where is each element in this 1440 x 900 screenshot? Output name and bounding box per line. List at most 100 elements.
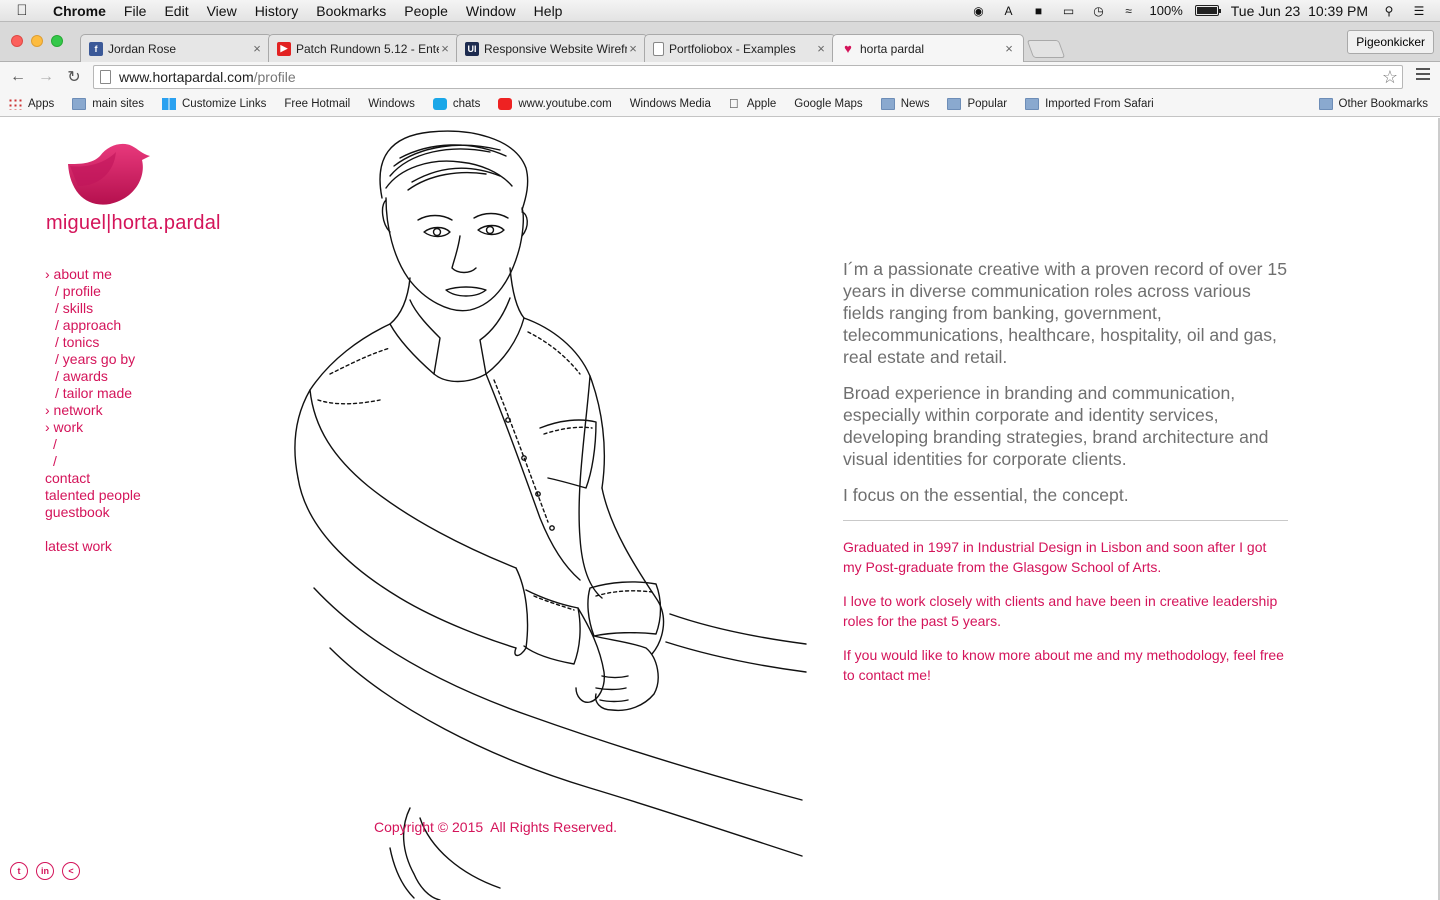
menu-edit[interactable]: Edit xyxy=(155,3,197,19)
folder-icon xyxy=(880,98,895,110)
nav-tailor-made[interactable]: / tailor made xyxy=(45,385,141,402)
notification-center-icon[interactable]: ☰ xyxy=(1410,4,1428,18)
apple-menu-icon[interactable]:  xyxy=(0,2,44,19)
spotlight-search-icon[interactable]: ⚲ xyxy=(1380,4,1398,18)
bio-detail-2: I love to work closely with clients and … xyxy=(843,593,1278,629)
close-window-button[interactable] xyxy=(11,35,23,47)
nav-approach[interactable]: / approach xyxy=(45,317,141,334)
adobe-icon[interactable]: A xyxy=(1000,4,1018,18)
bookmark-label: main sites xyxy=(92,98,144,110)
bio-paragraph-1: I´m a passionate creative with a proven … xyxy=(843,259,1287,367)
folder-icon xyxy=(947,98,962,110)
creative-cloud-icon[interactable]: ◉ xyxy=(970,4,988,18)
folder-icon xyxy=(1318,98,1333,110)
close-tab-icon[interactable]: × xyxy=(1003,41,1015,56)
chrome-menu-button[interactable] xyxy=(1416,68,1430,83)
nav-about-me[interactable]: › about me xyxy=(45,266,141,283)
bookmark-item[interactable]: main sites xyxy=(72,98,144,110)
menu-chrome[interactable]: Chrome xyxy=(44,3,115,19)
back-button[interactable]: ← xyxy=(4,68,32,86)
nav-talented-people[interactable]: talented people xyxy=(45,487,141,504)
chat-icon xyxy=(432,98,447,110)
web-page: miguel|horta.pardal › about me / profile… xyxy=(0,118,1440,900)
bookmarks-bar: Apps main sites Customize Links Free Hotmai… xyxy=(0,92,1440,223)
minimize-window-button[interactable] xyxy=(31,35,43,47)
ui-icon: UI xyxy=(465,41,479,56)
profile-bio: I´m a passionate creative with a proven … xyxy=(843,258,1288,699)
share-icon[interactable]: < xyxy=(62,862,80,880)
bookmark-item[interactable]:  Apple xyxy=(729,97,777,110)
other-bookmarks[interactable]: Other Bookmarks xyxy=(1318,98,1428,110)
nav-awards[interactable]: / awards xyxy=(45,368,141,385)
forward-button[interactable]: → xyxy=(32,68,60,86)
nav-work-sub-2[interactable]: / xyxy=(45,453,141,470)
nav-skills[interactable]: / skills xyxy=(45,300,141,317)
bookmark-label: Popular xyxy=(967,98,1008,110)
browser-tab[interactable]: ♥ horta pardal × xyxy=(832,34,1024,62)
browser-tab[interactable]: UI Responsive Website Wirefr × xyxy=(456,34,648,62)
clock[interactable]: Tue Jun 23 10:39 PM xyxy=(1231,3,1368,19)
bookmark-item[interactable]: Windows Media xyxy=(0,98,711,223)
menu-extra-icon[interactable]: ■ xyxy=(1030,4,1048,18)
wifi-icon[interactable]: ≈ xyxy=(1120,4,1138,18)
close-tab-icon[interactable]: × xyxy=(627,41,639,56)
bio-detail-3[interactable]: If you would like to know more about me … xyxy=(843,645,1288,685)
browser-tab[interactable]: ▶ Patch Rundown 5.12 - Ente × xyxy=(268,34,460,62)
battery-percent: 100% xyxy=(1149,3,1183,18)
reload-button[interactable]: ↻ xyxy=(60,67,88,87)
bookmark-item[interactable]: Popular xyxy=(947,98,1007,110)
close-tab-icon[interactable]: × xyxy=(815,41,827,56)
menu-history[interactable]: History xyxy=(246,3,308,19)
divider xyxy=(843,520,1288,521)
bookmark-item[interactable]: News xyxy=(880,98,929,110)
menu-view[interactable]: View xyxy=(198,3,246,19)
browser-tab[interactable]: f Jordan Rose × xyxy=(80,34,272,62)
nav-years-go-by[interactable]: / years go by xyxy=(45,351,141,368)
nav-guestbook[interactable]: guestbook xyxy=(45,504,141,521)
menu-help[interactable]: Help xyxy=(525,3,572,19)
bookmark-item[interactable]: Free Hotmail xyxy=(0,98,350,223)
nav-contact[interactable]: contact xyxy=(45,470,141,487)
bookmark-label: www.youtube.com xyxy=(518,98,612,110)
nav-work[interactable]: › work xyxy=(45,419,141,436)
linkedin-icon[interactable]: in xyxy=(36,862,54,880)
bookmark-label: Apple xyxy=(746,98,777,110)
nav-work-sub-1[interactable]: / xyxy=(45,436,141,453)
social-links: t in < xyxy=(10,862,80,880)
nav-tonics[interactable]: / tonics xyxy=(45,334,141,351)
menu-file[interactable]: File xyxy=(115,3,156,19)
menu-people[interactable]: People xyxy=(395,3,457,19)
bookmark-item[interactable]: Windows xyxy=(0,98,415,223)
address-bar[interactable]: www.hortapardal.com/profile ☆ xyxy=(93,65,1403,89)
bookmark-item[interactable]: Customize Links xyxy=(162,98,266,110)
menu-bookmarks[interactable]: Bookmarks xyxy=(307,3,395,19)
airplay-icon[interactable]: ▭ xyxy=(1060,4,1078,18)
browser-tab[interactable]: Portfoliobox - Examples × xyxy=(644,34,836,62)
page-icon xyxy=(653,41,664,56)
site-logo[interactable]: miguel|horta.pardal xyxy=(46,142,226,235)
bookmark-star-icon[interactable]: ☆ xyxy=(1382,67,1398,88)
nav-latest-work[interactable]: latest work xyxy=(45,538,141,555)
close-tab-icon[interactable]: × xyxy=(251,41,263,56)
close-tab-icon[interactable]: × xyxy=(439,41,451,56)
bookmark-label: Windows xyxy=(368,98,415,110)
maximize-window-button[interactable] xyxy=(51,35,63,47)
bookmark-item[interactable]: Apps xyxy=(8,98,54,110)
bird-icon: ♥ xyxy=(844,41,852,56)
profile-button[interactable]: Pigeonkicker xyxy=(1347,30,1434,54)
nav-network[interactable]: › network xyxy=(45,402,141,419)
new-tab-button[interactable] xyxy=(1026,40,1066,58)
bio-paragraph-2: Broad experience in branding and communi… xyxy=(843,383,1269,469)
nav-profile[interactable]: / profile xyxy=(45,283,141,300)
bookmark-item[interactable]: www.youtube.com xyxy=(498,98,612,110)
time-machine-icon[interactable]: ◷ xyxy=(1090,4,1108,18)
folder-icon xyxy=(72,98,87,110)
twitter-icon[interactable]: t xyxy=(10,862,28,880)
battery-icon[interactable] xyxy=(1194,5,1221,16)
menu-window[interactable]: Window xyxy=(457,3,525,19)
other-bookmarks-label: Other Bookmarks xyxy=(1338,98,1428,110)
bookmark-label: Google Maps xyxy=(794,98,863,110)
bookmark-item[interactable]: Google Maps xyxy=(0,98,863,223)
bookmark-item[interactable]: chats xyxy=(432,98,480,110)
bookmark-item[interactable]: Imported From Safari xyxy=(1025,98,1154,110)
